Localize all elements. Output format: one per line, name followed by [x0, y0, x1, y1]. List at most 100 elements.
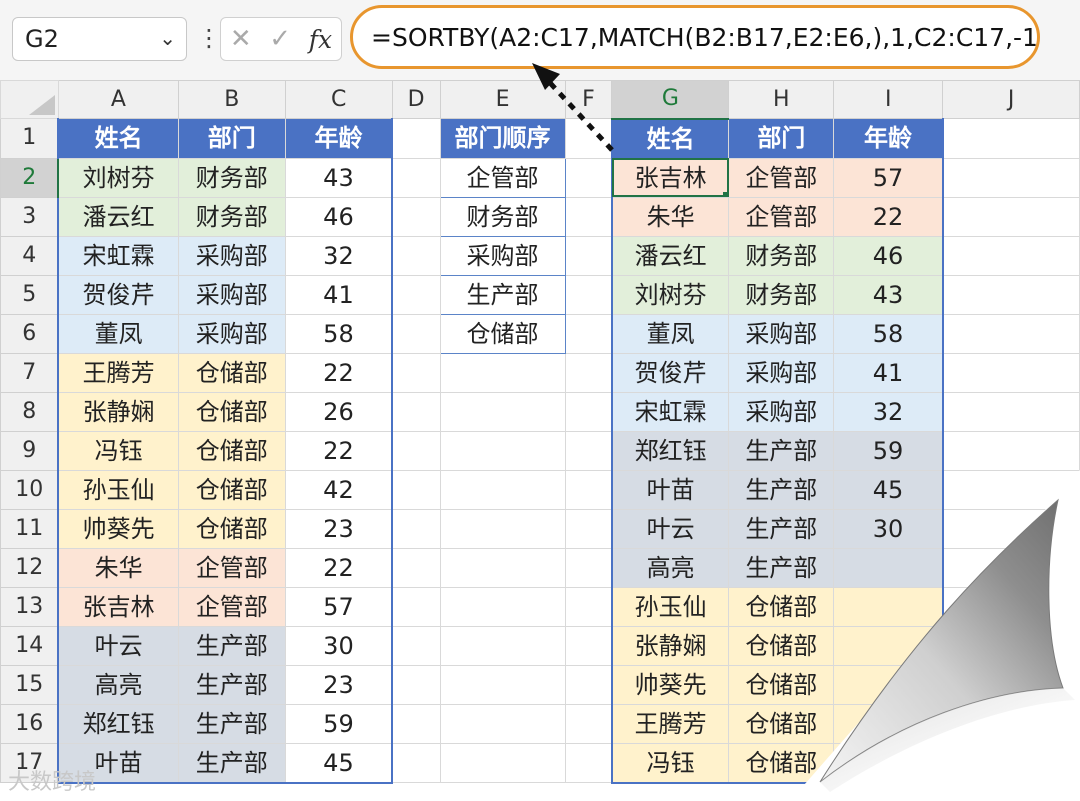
- empty-cell[interactable]: [942, 703, 1080, 744]
- row-header-8[interactable]: 8: [0, 391, 59, 432]
- source-cell[interactable]: 生产部: [177, 664, 286, 705]
- source-cell[interactable]: 46: [284, 196, 394, 237]
- empty-cell[interactable]: [391, 469, 441, 510]
- empty-cell[interactable]: [391, 547, 441, 588]
- empty-cell[interactable]: [564, 742, 613, 783]
- result-cell[interactable]: 41: [833, 352, 944, 393]
- empty-cell[interactable]: [942, 313, 1080, 354]
- result-cell[interactable]: 43: [833, 274, 944, 315]
- result-cell[interactable]: [833, 625, 944, 666]
- source-cell[interactable]: 23: [284, 508, 394, 549]
- source-cell[interactable]: 22: [284, 352, 394, 393]
- result-cell[interactable]: 张静娴: [610, 625, 730, 666]
- source-header-cell[interactable]: 部门: [177, 118, 286, 159]
- column-header-e[interactable]: E: [439, 80, 566, 119]
- order-cell[interactable]: 企管部: [439, 157, 566, 198]
- empty-cell[interactable]: [564, 313, 613, 354]
- result-cell[interactable]: 45: [833, 469, 944, 510]
- empty-cell[interactable]: [564, 157, 613, 198]
- source-cell[interactable]: 财务部: [177, 196, 286, 237]
- source-cell[interactable]: 张静娴: [57, 391, 179, 432]
- row-header-7[interactable]: 7: [0, 352, 59, 393]
- result-cell[interactable]: 生产部: [728, 547, 835, 588]
- empty-cell[interactable]: [942, 586, 1080, 627]
- empty-cell[interactable]: [564, 625, 613, 666]
- result-cell[interactable]: 帅葵先: [610, 664, 730, 705]
- result-cell[interactable]: 仓储部: [728, 742, 835, 784]
- result-cell[interactable]: 仓储部: [728, 586, 835, 627]
- result-cell[interactable]: 仓储部: [728, 625, 835, 666]
- source-cell[interactable]: 企管部: [177, 586, 286, 627]
- result-cell[interactable]: [833, 664, 944, 705]
- result-cell[interactable]: 叶苗: [610, 469, 730, 510]
- empty-cell[interactable]: [564, 118, 613, 159]
- empty-cell[interactable]: [564, 430, 613, 471]
- order-cell[interactable]: 财务部: [439, 196, 566, 237]
- column-header-g[interactable]: G: [611, 80, 730, 120]
- result-cell[interactable]: 财务部: [728, 235, 835, 276]
- empty-cell[interactable]: [942, 391, 1080, 432]
- empty-cell[interactable]: [391, 274, 441, 315]
- empty-cell[interactable]: [391, 508, 441, 549]
- empty-cell[interactable]: [942, 508, 1080, 549]
- source-cell[interactable]: 刘树芬: [57, 157, 179, 198]
- result-header-cell[interactable]: 姓名: [610, 118, 730, 159]
- source-cell[interactable]: 叶云: [57, 625, 179, 666]
- result-cell[interactable]: 仓储部: [728, 664, 835, 705]
- row-header-12[interactable]: 12: [0, 547, 59, 588]
- empty-cell[interactable]: [439, 664, 566, 705]
- empty-cell[interactable]: [564, 274, 613, 315]
- result-cell[interactable]: 董凤: [610, 313, 730, 354]
- row-header-15[interactable]: 15: [0, 664, 59, 705]
- empty-cell[interactable]: [391, 196, 441, 237]
- column-header-b[interactable]: B: [177, 80, 286, 119]
- empty-cell[interactable]: [942, 352, 1080, 393]
- result-cell[interactable]: 朱华: [610, 196, 730, 237]
- result-cell[interactable]: 生产部: [728, 469, 835, 510]
- source-cell[interactable]: 42: [284, 469, 394, 510]
- source-cell[interactable]: 58: [284, 313, 394, 354]
- empty-cell[interactable]: [391, 703, 441, 744]
- empty-cell[interactable]: [391, 664, 441, 705]
- empty-cell[interactable]: [439, 742, 566, 783]
- empty-cell[interactable]: [564, 664, 613, 705]
- result-cell[interactable]: [833, 547, 944, 588]
- result-cell[interactable]: 高亮: [610, 547, 730, 588]
- empty-cell[interactable]: [564, 508, 613, 549]
- order-cell[interactable]: 生产部: [439, 274, 566, 315]
- function-icon[interactable]: fx: [309, 25, 332, 54]
- result-cell[interactable]: 郑红钰: [610, 430, 730, 471]
- source-cell[interactable]: 仓储部: [177, 430, 286, 471]
- row-header-10[interactable]: 10: [0, 469, 59, 510]
- empty-cell[interactable]: [564, 469, 613, 510]
- result-cell[interactable]: 32: [833, 391, 944, 432]
- source-cell[interactable]: 王腾芳: [57, 352, 179, 393]
- source-cell[interactable]: 朱华: [57, 547, 179, 588]
- empty-cell[interactable]: [391, 157, 441, 198]
- name-box[interactable]: G2 ⌄: [12, 17, 187, 61]
- empty-cell[interactable]: [564, 703, 613, 744]
- result-cell[interactable]: 采购部: [728, 391, 835, 432]
- source-cell[interactable]: 30: [284, 625, 394, 666]
- empty-cell[interactable]: [942, 469, 1080, 510]
- empty-cell[interactable]: [391, 625, 441, 666]
- empty-cell[interactable]: [391, 586, 441, 627]
- selected-cell-g2[interactable]: 张吉林: [610, 157, 730, 198]
- result-cell[interactable]: 王腾芳: [610, 703, 730, 744]
- result-cell[interactable]: 财务部: [728, 274, 835, 315]
- source-cell[interactable]: 宋虹霖: [57, 235, 179, 276]
- result-cell[interactable]: 22: [833, 196, 944, 237]
- empty-cell[interactable]: [564, 352, 613, 393]
- empty-cell[interactable]: [942, 430, 1080, 471]
- result-cell[interactable]: 59: [833, 430, 944, 471]
- row-header-16[interactable]: 16: [0, 703, 59, 744]
- source-cell[interactable]: 采购部: [177, 235, 286, 276]
- empty-cell[interactable]: [942, 157, 1080, 198]
- source-cell[interactable]: 生产部: [177, 703, 286, 744]
- empty-cell[interactable]: [391, 313, 441, 354]
- result-header-cell[interactable]: 部门: [728, 118, 835, 159]
- result-cell[interactable]: 58: [833, 313, 944, 354]
- empty-cell[interactable]: [564, 196, 613, 237]
- source-cell[interactable]: 潘云红: [57, 196, 179, 237]
- row-header-1[interactable]: 1: [0, 118, 59, 159]
